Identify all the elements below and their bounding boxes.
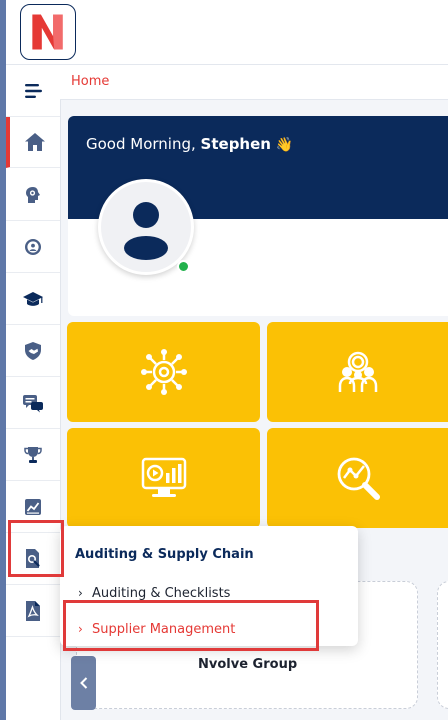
- sidebar-item-compliance[interactable]: [6, 325, 60, 377]
- wave-icon: 👋: [275, 137, 294, 153]
- shield-handshake-icon: [25, 341, 41, 360]
- logo-icon: [32, 14, 63, 50]
- network-gear-icon: [140, 349, 187, 395]
- chevron-right-icon: ›: [78, 586, 83, 600]
- greeting-text: Good Morning, Stephen 👋: [86, 135, 293, 153]
- tile-analytics[interactable]: [267, 428, 448, 528]
- tile-media[interactable]: [67, 428, 260, 528]
- sidebar: [6, 65, 61, 720]
- company-card-next[interactable]: [437, 581, 448, 709]
- sidebar-item-auditing[interactable]: [6, 533, 60, 585]
- brain-gear-icon: [26, 186, 40, 203]
- sidebar-item-home[interactable]: [6, 117, 60, 168]
- trophy-icon: [24, 446, 42, 463]
- chart-doc-icon: [25, 498, 41, 515]
- sidebar-menu-toggle[interactable]: [6, 65, 60, 117]
- home-icon: [25, 133, 45, 151]
- breadcrumb-home[interactable]: Home: [71, 74, 109, 89]
- person-gear-icon: [25, 238, 41, 255]
- menu-item-supplier-management[interactable]: › Supplier Management: [78, 622, 235, 637]
- menu-item-auditing-checklists[interactable]: › Auditing & Checklists: [78, 586, 230, 601]
- tile-operations[interactable]: [67, 322, 260, 422]
- chevron-left-icon: [79, 677, 87, 689]
- sidebar-item-brain[interactable]: [6, 169, 60, 221]
- user-avatar-icon: [124, 202, 168, 260]
- sidebar-item-training[interactable]: [6, 273, 60, 325]
- auditing-flyout-menu: Auditing & Supply Chain › Auditing & Chec…: [60, 526, 358, 646]
- sidebar-item-communication[interactable]: [6, 377, 60, 429]
- hamburger-icon: [25, 83, 42, 98]
- chat-bubbles-icon: [23, 394, 43, 412]
- company-name: Nvolve Group: [198, 657, 298, 672]
- analytics-search-icon: [337, 457, 380, 500]
- menu-item-label: Supplier Management: [92, 622, 236, 637]
- app-logo[interactable]: [20, 4, 76, 60]
- team-gear-icon: [338, 351, 377, 392]
- graduation-cap-icon: [23, 291, 43, 306]
- tile-people[interactable]: [267, 322, 448, 422]
- sidebar-item-documents[interactable]: [6, 585, 60, 637]
- breadcrumb: Home: [60, 65, 448, 100]
- pdf-doc-icon: [26, 600, 40, 621]
- sidebar-item-reports[interactable]: [6, 481, 60, 533]
- greeting-prefix: Good Morning,: [86, 135, 196, 153]
- user-name: Stephen: [200, 135, 271, 153]
- chevron-right-icon: ›: [78, 622, 83, 636]
- monitor-video-icon: [141, 457, 186, 497]
- sidebar-item-people[interactable]: [6, 221, 60, 273]
- flyout-title: Auditing & Supply Chain: [75, 547, 254, 562]
- online-status-dot: [177, 260, 190, 273]
- sidebar-item-awards[interactable]: [6, 429, 60, 481]
- top-bar: [6, 0, 448, 65]
- collapse-button[interactable]: [71, 656, 96, 710]
- menu-item-label: Auditing & Checklists: [92, 586, 231, 601]
- audit-search-icon: [26, 548, 40, 568]
